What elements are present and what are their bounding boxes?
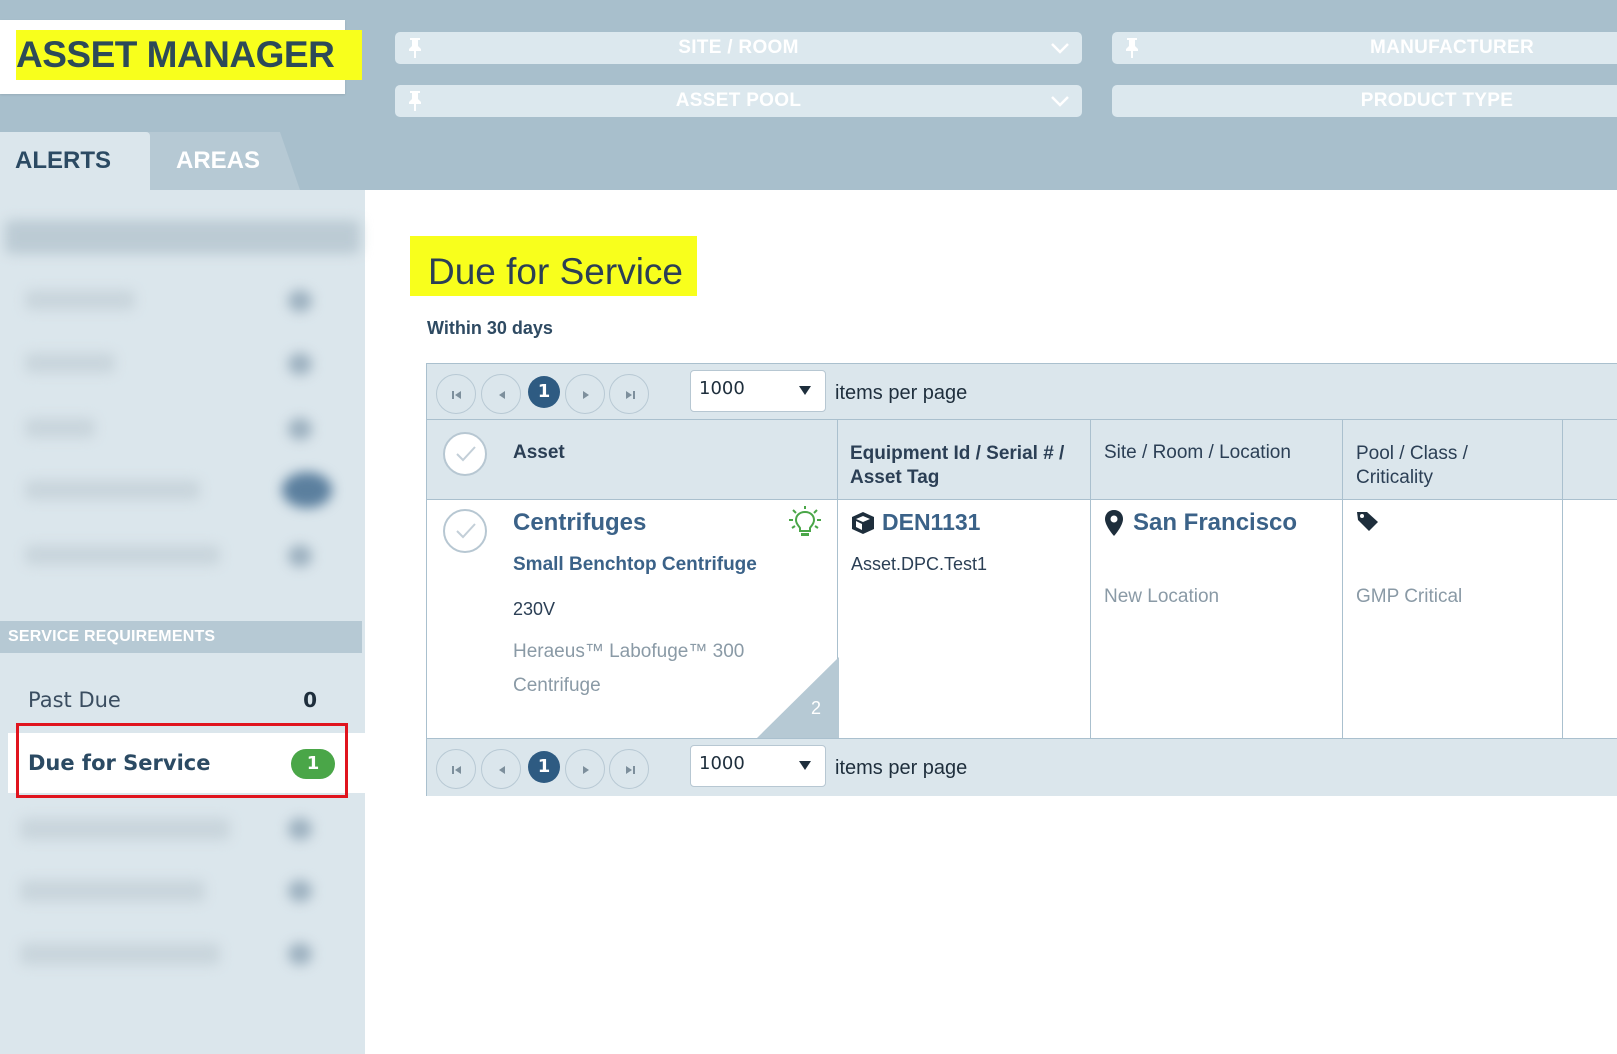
- asset-description-line-1: Heraeus™ Labofuge™ 300: [513, 641, 745, 662]
- dropdown-arrow-icon: [799, 761, 811, 770]
- page-size-select[interactable]: 1000: [690, 370, 826, 412]
- blurred-sidebar-header: [5, 220, 360, 254]
- last-page-button[interactable]: [609, 749, 649, 789]
- asset-pool-filter[interactable]: ASSET POOL: [395, 85, 1082, 117]
- pager-top: 1 1000 items per page: [427, 364, 1617, 420]
- select-all-checkbox[interactable]: [443, 432, 487, 476]
- next-page-button[interactable]: [565, 749, 605, 789]
- column-divider: [1342, 420, 1343, 738]
- blurred-count: [288, 418, 312, 440]
- callout-highlight-box: [16, 723, 348, 798]
- product-type-filter[interactable]: PRODUCT TYPE: [1112, 85, 1617, 117]
- blurred-count: [288, 943, 312, 965]
- row-corner-fold: [757, 657, 839, 738]
- blurred-sidebar-item: [25, 545, 220, 565]
- asset-model: Small Benchtop Centrifuge: [513, 554, 757, 575]
- last-page-icon: [626, 391, 635, 399]
- asset-grid: 1 1000 items per page Asset Equipment Id…: [426, 363, 1617, 796]
- page-size-select[interactable]: 1000: [690, 745, 826, 787]
- tab-areas[interactable]: AREAS: [138, 132, 298, 190]
- tab-alerts[interactable]: ALERTS: [0, 132, 150, 190]
- chevron-down-icon[interactable]: [1050, 94, 1070, 108]
- page-subtitle: Within 30 days: [427, 318, 553, 338]
- last-page-button[interactable]: [609, 374, 649, 414]
- blurred-count: [288, 545, 312, 567]
- page-size-value: 1000: [699, 753, 745, 774]
- table-header: Asset Equipment Id / Serial # / Asset Ta…: [427, 420, 1617, 500]
- next-page-button[interactable]: [565, 374, 605, 414]
- column-header-asset[interactable]: Asset: [513, 442, 565, 464]
- column-divider: [1562, 420, 1563, 738]
- dropdown-arrow-icon: [799, 386, 811, 395]
- column-header-equipment-id[interactable]: Equipment Id / Serial # / Asset Tag: [850, 442, 1080, 490]
- blurred-count: [288, 353, 312, 375]
- column-header-pool[interactable]: Pool / Class / Criticality: [1356, 442, 1506, 490]
- first-page-icon: [452, 766, 461, 774]
- serial-number: Asset.DPC.Test1: [851, 554, 988, 574]
- pager-bottom: 1 1000 items per page: [427, 738, 1617, 796]
- blurred-badge: [282, 472, 332, 508]
- prev-page-icon: [499, 391, 505, 399]
- blurred-sidebar-item: [25, 290, 135, 310]
- page-size-value: 1000: [699, 378, 745, 399]
- items-per-page-label: items per page: [835, 757, 968, 779]
- site-room-filter-label: SITE / ROOM: [678, 37, 799, 58]
- row-select-checkbox[interactable]: [443, 509, 487, 553]
- column-divider: [1090, 420, 1091, 738]
- last-page-icon: [626, 766, 635, 774]
- blurred-sidebar-item: [20, 818, 230, 840]
- items-per-page-label: items per page: [835, 382, 968, 404]
- page-title: Due for Service: [410, 236, 697, 296]
- prev-page-icon: [499, 766, 505, 774]
- blurred-count: [288, 880, 312, 902]
- asset-name-link[interactable]: Centrifuges: [513, 509, 646, 537]
- lightbulb-icon[interactable]: [785, 506, 825, 540]
- current-page-number[interactable]: 1: [528, 376, 560, 408]
- blurred-count: [288, 818, 312, 840]
- manufacturer-filter[interactable]: MANUFACTURER: [1112, 32, 1617, 64]
- map-marker-icon: [1105, 510, 1123, 536]
- check-icon: [456, 523, 476, 539]
- sidebar-item-count: 0: [303, 688, 317, 712]
- site-room-filter[interactable]: SITE / ROOM: [395, 32, 1082, 64]
- blurred-count: [288, 290, 312, 312]
- location-text: New Location: [1104, 586, 1220, 607]
- chevron-down-icon[interactable]: [1050, 41, 1070, 55]
- blurred-sidebar-item: [25, 353, 115, 373]
- criticality-text: GMP Critical: [1356, 586, 1463, 607]
- sidebar-item-label: Past Due: [28, 688, 121, 712]
- service-requirements-header: SERVICE REQUIREMENTS: [0, 621, 362, 653]
- header-wave-shape: [1400, 175, 1617, 190]
- check-icon: [456, 446, 476, 462]
- first-page-button[interactable]: [436, 749, 476, 789]
- site-link[interactable]: San Francisco: [1133, 509, 1297, 537]
- blurred-sidebar-item: [20, 943, 220, 965]
- current-page-number[interactable]: 1: [528, 751, 560, 783]
- sidebar-item-past-due[interactable]: Past Due 0: [8, 670, 365, 730]
- app-title: ASSET MANAGER: [16, 30, 363, 80]
- box-icon: [852, 512, 874, 534]
- blurred-sidebar-item: [20, 880, 205, 902]
- next-page-icon: [583, 766, 589, 774]
- pin-icon[interactable]: [1124, 37, 1140, 59]
- asset-pool-filter-label: ASSET POOL: [675, 90, 802, 111]
- manufacturer-filter-label: MANUFACTURER: [1369, 37, 1535, 58]
- prev-page-button[interactable]: [481, 749, 521, 789]
- prev-page-button[interactable]: [481, 374, 521, 414]
- blurred-sidebar-item: [25, 418, 95, 438]
- asset-description-line-2: Centrifuge: [513, 675, 601, 696]
- first-page-button[interactable]: [436, 374, 476, 414]
- asset-voltage: 230V: [513, 599, 556, 619]
- column-header-site[interactable]: Site / Room / Location: [1104, 442, 1291, 464]
- row-corner-count: 2: [811, 698, 822, 718]
- product-type-filter-label: PRODUCT TYPE: [1360, 90, 1514, 111]
- equipment-id-link[interactable]: DEN1131: [882, 509, 980, 536]
- next-page-icon: [583, 391, 589, 399]
- blurred-sidebar-item: [25, 480, 200, 500]
- first-page-icon: [452, 391, 461, 399]
- tag-icon: [1357, 512, 1378, 531]
